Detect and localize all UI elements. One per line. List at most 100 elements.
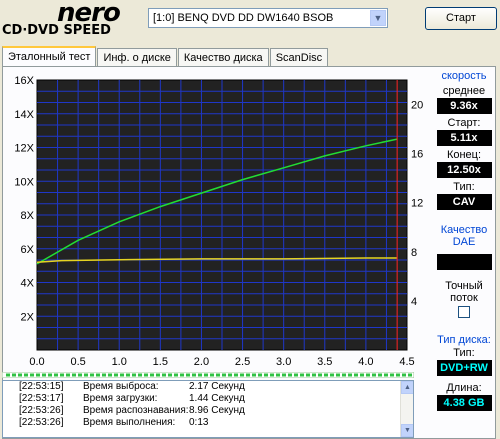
log-value: 8.96 Секунд [189,405,245,416]
progress-dot [6,373,10,377]
scroll-down-icon[interactable]: ▼ [401,424,413,437]
x-tick-label: 1.0 [112,356,127,368]
progress-dot [18,373,22,377]
progress-dot [324,373,328,377]
x-tick-label: 2.0 [194,356,209,368]
tab-disc-info[interactable]: Инф. о диске [97,48,177,67]
progress-dot [234,373,238,377]
progress-dot [156,373,160,377]
progress-dot [396,373,400,377]
progress-dot [60,373,64,377]
progress-dot [42,373,46,377]
log-list: [22:53:15] Время выброса: 2.17 Секунд [2… [2,380,414,438]
progress-dot [378,373,382,377]
end-speed-label: Конец: [446,149,482,161]
y-tick-label: 14X [14,109,34,121]
start-button[interactable]: Старт [425,7,497,30]
progress-dot [372,373,376,377]
progress-dot [78,373,82,377]
progress-dot [204,373,208,377]
progress-dot [126,373,130,377]
x-tick-label: 1.5 [153,356,168,368]
nero-logo: nero CD·DVD SPEED [2,0,142,40]
progress-dot [294,373,298,377]
progress-dot [180,373,184,377]
x-tick-label: 2.5 [235,356,250,368]
scroll-up-icon[interactable]: ▲ [401,381,413,394]
progress-dot [84,373,88,377]
log-key: Время выброса: [83,381,159,392]
x-tick-label: 4.5 [399,356,414,368]
progress-dot [162,373,166,377]
y-tick-label: 6X [21,244,35,256]
progress-dot [270,373,274,377]
y2-tick-label: 4 [411,296,417,308]
log-scrollbar[interactable]: ▲ ▼ [400,381,413,437]
progress-dot [72,373,76,377]
benchmark-chart-svg: 0.0 0.5 1.0 1.5 2.0 2.5 3.0 3.5 4.0 4.5 2X 4X 6X 8X 10… [14,75,423,368]
progress-dot [144,373,148,377]
y-tick-label: 16X [14,75,34,87]
progress-dot [390,373,394,377]
y2-tick-label: 8 [411,247,417,259]
speed-type-label: Тип: [453,181,475,193]
logo-product: CD·DVD SPEED [2,23,111,38]
progress-dot [336,373,340,377]
disc-group-title: Тип диска: [437,334,491,346]
speed-group-title: скорость [441,70,487,82]
log-row: [22:53:26] Время распознавания: 8.96 Сек… [3,405,413,417]
progress-dot [228,373,232,377]
progress-dot [192,373,196,377]
precise-stream-checkbox[interactable] [458,306,470,318]
tab-disc-quality[interactable]: Качество диска [177,48,269,67]
y2-tick-label: 16 [411,149,423,161]
avg-speed-label: среднее [442,85,486,97]
disc-type-value: DVD+RW [436,360,492,376]
start-speed-label: Старт: [447,117,481,129]
side-panel: скорость среднее 9.36x Старт: 5.11x Коне… [430,70,498,411]
y-tick-label: 8X [21,210,35,222]
progress-dot [330,373,334,377]
progress-dot [90,373,94,377]
progress-dot [114,373,118,377]
log-value: 1.44 Секунд [189,393,245,404]
log-key: Время распознавания: [83,405,189,416]
log-key: Время загрузки: [83,393,158,404]
progress-dot [138,373,142,377]
log-value: 0:13 [189,417,209,428]
start-speed-value: 5.11x [436,130,492,146]
progress-dot [54,373,58,377]
progress-dot [264,373,268,377]
x-tick-label: 3.5 [317,356,332,368]
progress-dot [252,373,256,377]
dae-value [436,254,492,270]
x-tick-label: 0.5 [70,356,85,368]
progress-dot [240,373,244,377]
progress-dot [348,373,352,377]
log-row: [22:53:17] Время загрузки: 1.44 Секунд [3,393,413,405]
progress-dot [318,373,322,377]
drive-select[interactable]: [1:0] BENQ DVD DD DW1640 BSOB ▼ [148,8,388,28]
log-row: [22:53:15] Время выброса: 2.17 Секунд [3,381,413,393]
disc-length-value: 4.38 GB [436,395,492,411]
log-time: [22:53:26] [19,405,64,416]
progress-dot [150,373,154,377]
progress-dot [66,373,70,377]
x-tick-label: 0.0 [29,356,44,368]
y-tick-label: 2X [21,311,35,323]
progress-dot [30,373,34,377]
progress-dot [12,373,16,377]
chevron-down-icon[interactable]: ▼ [370,10,386,26]
y-tick-label: 4X [21,278,35,290]
progress-dot [222,373,226,377]
tab-scandisc[interactable]: ScanDisc [269,48,329,67]
log-row: [22:53:26] Время выполнения: 0:13 [3,417,413,429]
progress-dot [366,373,370,377]
x-tick-label: 3.0 [276,356,291,368]
progress-dot [258,373,262,377]
tab-benchmark[interactable]: Эталонный тест [2,46,97,67]
dae-group-title: Качество DAE [440,224,488,248]
log-value: 2.17 Секунд [189,381,245,392]
progress-dot [210,373,214,377]
progress-dot [198,373,202,377]
